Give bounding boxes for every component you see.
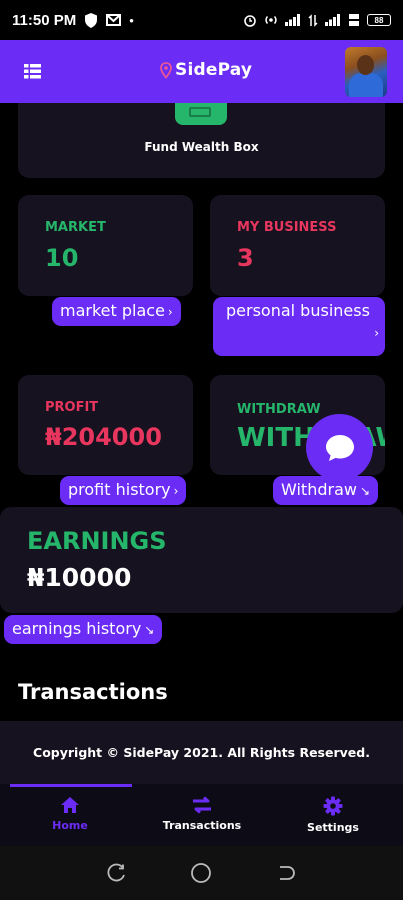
nav-transactions[interactable]: Transactions <box>142 796 262 832</box>
nav-home[interactable]: Home <box>10 796 130 832</box>
market-card: MARKET 10 <box>18 195 193 296</box>
nav-home-label: Home <box>52 819 88 832</box>
status-notification-icons: • <box>84 12 134 28</box>
home-circle-icon[interactable] <box>190 862 212 884</box>
market-label: MARKET <box>45 220 106 235</box>
earnings-history-label: earnings history <box>12 619 142 638</box>
recents-icon[interactable] <box>107 863 127 883</box>
chat-bubble-icon <box>325 434 354 461</box>
withdraw-button[interactable]: Withdraw ↘ <box>273 476 379 505</box>
market-place-button[interactable]: market place › <box>52 297 181 326</box>
nav-transactions-label: Transactions <box>162 819 242 832</box>
profit-card: PROFIT ₦204000 <box>18 375 193 475</box>
avatar[interactable] <box>345 47 387 97</box>
alarm-icon <box>244 15 256 27</box>
app-bar: SidePay <box>0 40 403 103</box>
menu-icon[interactable] <box>24 64 41 79</box>
dot-icon: • <box>129 12 134 28</box>
arrow-down-right-icon: ↘ <box>359 484 371 498</box>
market-value: 10 <box>45 244 79 272</box>
battery-icon: 88 <box>367 14 391 26</box>
withdraw-button-label: Withdraw <box>281 480 357 499</box>
profit-history-button[interactable]: profit history › <box>60 476 187 505</box>
my-business-card: MY BUSINESS 3 <box>210 195 385 296</box>
my-business-value: 3 <box>237 244 254 272</box>
brand-logo: SidePay <box>160 60 252 80</box>
chat-button[interactable] <box>306 414 373 481</box>
nav-active-indicator <box>10 784 132 787</box>
status-time: 11:50 PM <box>12 11 77 29</box>
signal-icon-2 <box>325 14 340 26</box>
signal-icon <box>285 14 300 26</box>
arrow-down-right-icon: ↘ <box>144 623 155 637</box>
chevron-right-icon: › <box>374 326 379 340</box>
shield-icon <box>85 12 98 28</box>
chevron-right-icon: › <box>173 484 179 498</box>
wallet-icon <box>175 103 227 125</box>
gear-icon <box>323 796 343 816</box>
footer: Copyright © SidePay 2021. All Rights Res… <box>0 721 403 784</box>
transfer-icon <box>193 796 211 814</box>
nav-settings[interactable]: Settings <box>273 796 393 834</box>
personal-business-label: personal business <box>226 301 370 320</box>
personal-business-button[interactable]: personal business › <box>213 297 385 356</box>
pin-icon <box>160 61 172 79</box>
fund-wealth-box-label: Fund Wealth Box <box>144 140 259 154</box>
bottom-nav: Home Transactions Settings <box>0 784 403 846</box>
earnings-label: EARNINGS <box>27 527 167 555</box>
hotspot-icon <box>265 15 277 25</box>
gmail-icon <box>106 14 122 26</box>
nav-settings-label: Settings <box>307 821 359 834</box>
copyright-text: Copyright © SidePay 2021. All Rights Res… <box>33 745 370 760</box>
earnings-history-button[interactable]: earnings history ↘ <box>4 615 163 644</box>
network-speed-icon <box>349 14 359 26</box>
status-system-icons: 88 <box>243 13 391 27</box>
earnings-value: ₦10000 <box>27 563 132 592</box>
home-icon <box>61 797 79 813</box>
fund-wealth-box-card[interactable]: Fund Wealth Box <box>18 103 385 178</box>
chevron-right-icon: › <box>167 305 173 319</box>
system-nav-bar <box>0 846 403 900</box>
profit-label: PROFIT <box>45 400 99 415</box>
status-bar: 11:50 PM • 88 <box>0 0 403 40</box>
data-arrows-icon <box>308 13 318 27</box>
profit-history-label: profit history <box>68 480 171 499</box>
withdraw-label: WITHDRAW <box>237 402 321 417</box>
my-business-label: MY BUSINESS <box>237 220 337 235</box>
back-icon[interactable] <box>276 863 296 883</box>
earnings-card: EARNINGS ₦10000 <box>0 507 403 613</box>
market-place-label: market place <box>60 301 165 320</box>
profit-value: ₦204000 <box>45 423 162 451</box>
transactions-title: Transactions <box>18 680 168 704</box>
brand-name: SidePay <box>175 60 253 80</box>
